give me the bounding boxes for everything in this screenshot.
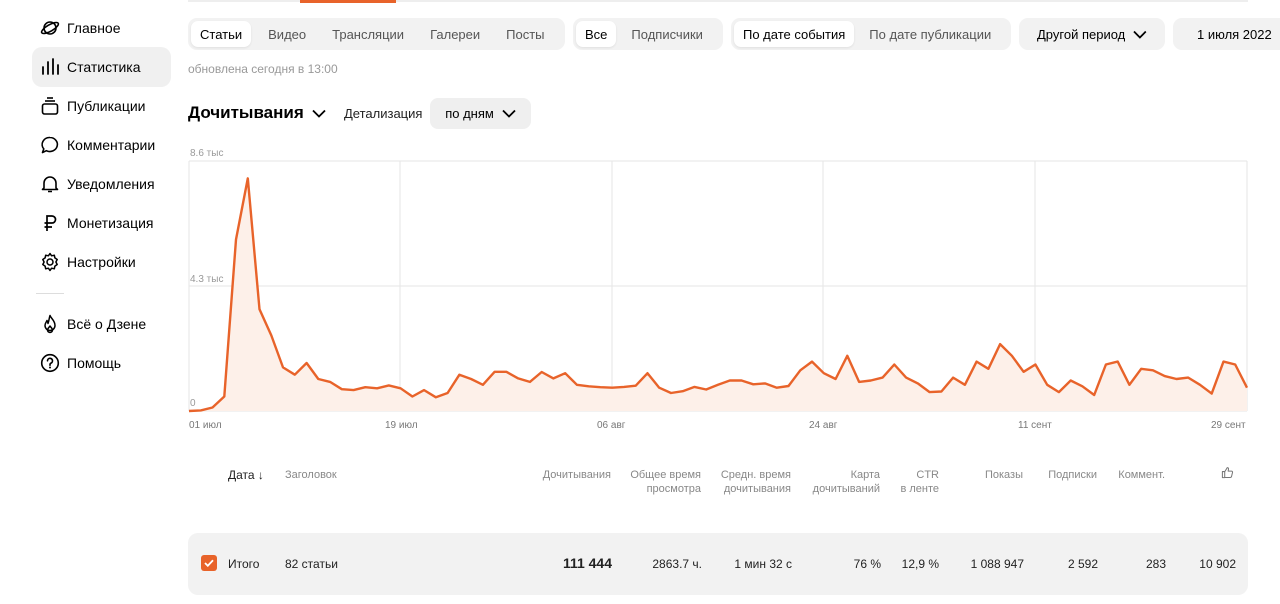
column-header-total-time[interactable]: Общее время просмотра bbox=[611, 468, 701, 496]
column-header-title[interactable]: Заголовок bbox=[285, 468, 337, 482]
column-header-line: дочитывания bbox=[723, 483, 791, 495]
column-header-readthroughs[interactable]: Дочитывания bbox=[520, 468, 611, 482]
total-comments: 283 bbox=[1145, 557, 1166, 571]
total-articles: 82 статьи bbox=[285, 557, 338, 571]
column-header-line: CTR bbox=[916, 469, 939, 481]
chart-area-fill bbox=[189, 178, 1247, 411]
readthrough-chart bbox=[188, 160, 1249, 413]
column-header-comments[interactable]: Коммент. bbox=[1097, 468, 1165, 482]
column-header-avg-time[interactable]: Средн. время дочитывания bbox=[701, 468, 791, 496]
x-tick-label: 06 авг bbox=[597, 420, 626, 431]
column-header-readthrough-map[interactable]: Карта дочитываний bbox=[790, 468, 880, 496]
total-avg-time: 1 мин 32 с bbox=[734, 557, 792, 571]
column-header-line: просмотра bbox=[646, 483, 701, 495]
total-ctr: 12,9 % bbox=[901, 557, 939, 571]
check-icon bbox=[204, 559, 214, 567]
x-tick-label: 11 сент bbox=[1018, 420, 1052, 431]
total-readthroughs: 111 444 bbox=[562, 555, 612, 571]
column-header-label: Дата bbox=[228, 468, 255, 482]
x-tick-label: 29 сент bbox=[1211, 420, 1246, 431]
x-tick-label: 24 авг bbox=[809, 420, 838, 431]
column-header-line: Карта bbox=[850, 469, 880, 481]
column-header-subscriptions[interactable]: Подписки bbox=[1023, 468, 1097, 482]
x-tick-label: 19 июл bbox=[385, 420, 418, 431]
total-label: Итого bbox=[228, 557, 260, 571]
x-tick-label: 01 июл bbox=[189, 420, 222, 431]
column-header-line: Общее время bbox=[630, 469, 701, 481]
column-header-line: дочитываний bbox=[812, 483, 880, 495]
chart-series-line bbox=[188, 177, 1249, 413]
column-header-line: Средн. время bbox=[720, 469, 791, 481]
column-header-likes[interactable] bbox=[1221, 466, 1234, 483]
thumbs-up-icon bbox=[1221, 467, 1234, 479]
total-subscriptions: 2 592 bbox=[1067, 557, 1098, 571]
column-header-line: в ленте bbox=[900, 483, 939, 495]
total-likes: 10 902 bbox=[1199, 557, 1236, 571]
total-readthrough-map: 76 % bbox=[853, 557, 881, 571]
arrow-down-icon: ↓ bbox=[257, 468, 264, 482]
total-total-time: 2863.7 ч. bbox=[652, 557, 702, 571]
column-header-date[interactable]: Дата ↓ bbox=[228, 468, 264, 482]
column-header-impressions[interactable]: Показы bbox=[940, 468, 1023, 482]
chart-grid bbox=[188, 160, 1248, 412]
column-header-ctr[interactable]: CTR в ленте bbox=[880, 468, 939, 496]
total-impressions: 1 088 947 bbox=[970, 557, 1024, 571]
total-checkbox[interactable] bbox=[201, 555, 217, 571]
